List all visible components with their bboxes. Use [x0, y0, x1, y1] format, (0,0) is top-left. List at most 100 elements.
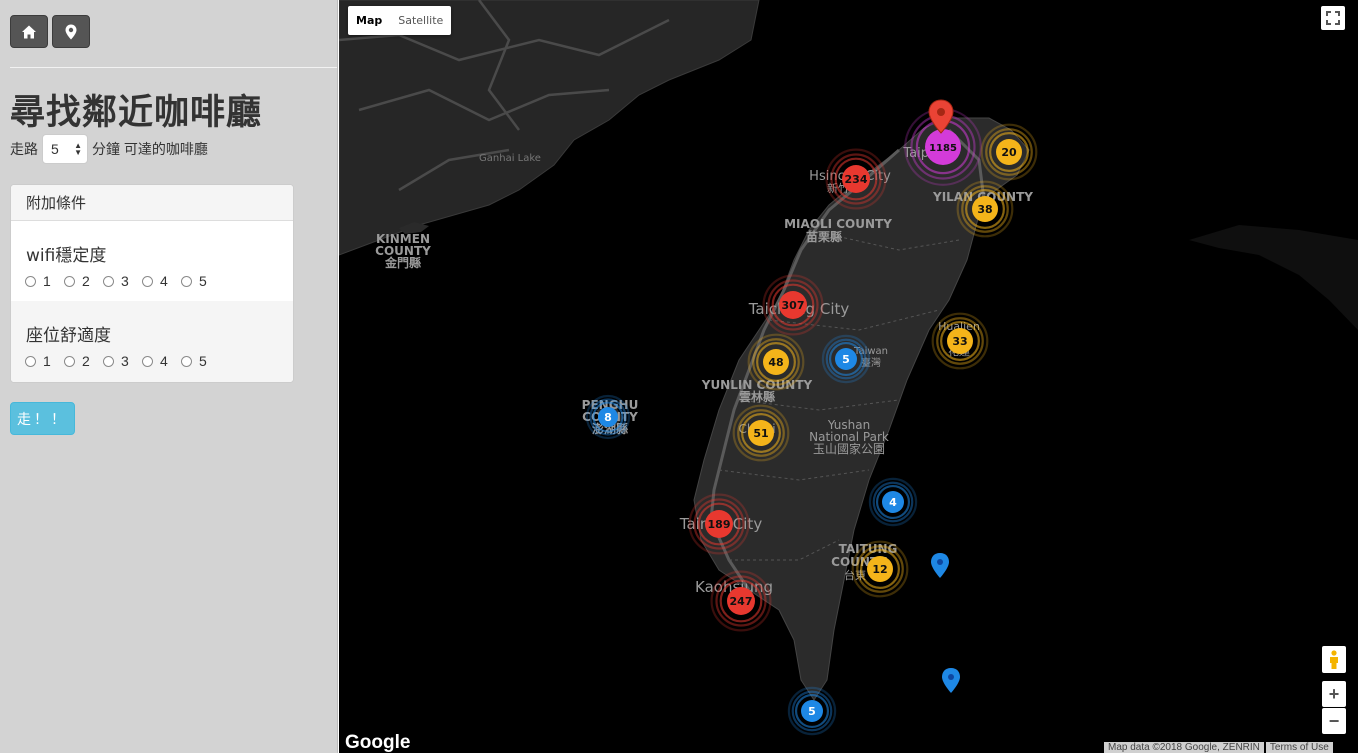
cluster-marker-blue[interactable]: 5: [787, 686, 837, 736]
cluster-count: 307: [782, 299, 805, 312]
eastern-landmass: [1189, 225, 1358, 330]
seat-radio-2[interactable]: 2: [64, 353, 103, 369]
cluster-count: 5: [842, 353, 850, 366]
page-title: 尋找鄰近咖啡廳: [10, 93, 263, 133]
walk-prefix: 走路: [10, 141, 38, 157]
seat-radio-5[interactable]: 5: [181, 353, 220, 369]
radio-circle[interactable]: [64, 275, 75, 287]
seat-radio-group: 1 2 3 4 5: [25, 353, 220, 369]
label-lake: Ganhai Lake: [479, 153, 541, 164]
cluster-marker-yellow[interactable]: 33: [931, 312, 989, 370]
blue-pin-1[interactable]: [931, 553, 949, 578]
minus-icon: −: [1328, 710, 1340, 731]
cluster-marker-yellow[interactable]: 48: [747, 333, 805, 391]
wifi-radio-3[interactable]: 3: [103, 273, 142, 289]
cluster-count: 189: [708, 518, 731, 531]
radio-label: 2: [82, 273, 90, 289]
top-buttons: [10, 15, 90, 48]
google-logo[interactable]: Google: [345, 732, 410, 753]
pin-dot: [937, 559, 943, 565]
map-type-map[interactable]: Map: [348, 6, 390, 35]
radio-label: 3: [121, 353, 129, 369]
walk-minutes-value: 5: [51, 141, 59, 157]
mainland-landmass: [339, 0, 760, 256]
zoom-in-button[interactable]: +: [1322, 681, 1346, 707]
pegman-icon: [1330, 649, 1338, 669]
cluster-marker-blue[interactable]: 8: [585, 394, 631, 440]
walk-time-row: 走路 5 ▲ ▼ 分鐘 可達的咖啡廳: [10, 134, 208, 164]
radio-circle[interactable]: [25, 275, 36, 287]
wifi-radio-1[interactable]: 1: [25, 273, 64, 289]
radio-circle[interactable]: [142, 355, 153, 367]
map-attribution: Map data ©2018 Google, ZENRIN Terms of U…: [1102, 742, 1333, 753]
cluster-marker-yellow[interactable]: 38: [956, 180, 1014, 238]
home-icon: [22, 25, 36, 38]
label-miaoli-2: 苗栗縣: [806, 229, 842, 244]
radio-label: 4: [160, 353, 168, 369]
seat-radio-3[interactable]: 3: [103, 353, 142, 369]
radio-label: 4: [160, 273, 168, 289]
map[interactable]: KINMEN COUNTY 金門縣 PENGHU COUNTY 澎湖縣 MIAO…: [339, 0, 1358, 753]
fullscreen-icon: [1326, 11, 1340, 25]
label-yushan-3: 玉山國家公園: [813, 441, 885, 456]
label-miaoli-1: MIAOLI COUNTY: [784, 217, 892, 231]
radio-label: 5: [199, 353, 207, 369]
cluster-marker-yellow[interactable]: 51: [732, 404, 790, 462]
location-button[interactable]: [52, 15, 90, 48]
radio-circle[interactable]: [142, 275, 153, 287]
street-view-button[interactable]: [1322, 646, 1346, 673]
radio-circle[interactable]: [181, 355, 192, 367]
radio-label: 1: [43, 353, 51, 369]
filter-panel: 附加條件 wifi穩定度 1 2 3 4 5 座位舒適度 1 2 3 4 5: [10, 184, 294, 383]
cluster-count: 5: [808, 705, 816, 718]
fullscreen-button[interactable]: [1321, 6, 1345, 30]
radio-label: 3: [121, 273, 129, 289]
wifi-radio-5[interactable]: 5: [181, 273, 220, 289]
radio-label: 1: [43, 273, 51, 289]
map-data-text: Map data ©2018 Google, ZENRIN: [1104, 742, 1264, 753]
label-yunlin-2: 雲林縣: [739, 389, 775, 404]
cluster-marker-blue[interactable]: 5: [821, 334, 871, 384]
cluster-count: 33: [952, 335, 967, 348]
radio-circle[interactable]: [64, 355, 75, 367]
cluster-marker-yellow[interactable]: 20: [980, 123, 1038, 181]
pin-dot: [937, 108, 945, 116]
wifi-radio-4[interactable]: 4: [142, 273, 181, 289]
map-canvas[interactable]: KINMEN COUNTY 金門縣 PENGHU COUNTY 澎湖縣 MIAO…: [339, 0, 1358, 753]
radio-label: 2: [82, 353, 90, 369]
map-type-toggle: Map Satellite: [348, 6, 452, 35]
radio-circle[interactable]: [103, 355, 114, 367]
divider: [10, 67, 337, 68]
cluster-marker-red[interactable]: 247: [710, 570, 772, 632]
wifi-radio-2[interactable]: 2: [64, 273, 103, 289]
app: 尋找鄰近咖啡廳 走路 5 ▲ ▼ 分鐘 可達的咖啡廳 附加條件 wifi穩定度 1…: [0, 0, 1358, 753]
radio-circle[interactable]: [25, 355, 36, 367]
terms-link[interactable]: Terms of Use: [1265, 742, 1333, 753]
cluster-count: 20: [1001, 146, 1017, 159]
zoom-out-button[interactable]: −: [1322, 708, 1346, 734]
seat-radio-1[interactable]: 1: [25, 353, 64, 369]
cluster-count: 12: [872, 563, 887, 576]
cluster-count: 247: [730, 595, 753, 608]
seat-filter-label: 座位舒適度: [26, 326, 111, 346]
walk-suffix: 分鐘 可達的咖啡廳: [92, 141, 208, 157]
map-type-satellite[interactable]: Satellite: [390, 6, 451, 35]
cluster-marker-blue[interactable]: 4: [868, 477, 918, 527]
wifi-radio-group: 1 2 3 4 5: [25, 273, 220, 289]
home-button[interactable]: [10, 15, 48, 48]
cluster-marker-red[interactable]: 307: [762, 274, 824, 336]
blue-pin-2[interactable]: [942, 668, 960, 693]
pin-dot: [948, 674, 954, 680]
wifi-filter-group: wifi穩定度 1 2 3 4 5: [11, 221, 293, 301]
cluster-marker-yellow[interactable]: 12: [851, 540, 909, 598]
seat-filter-group: 座位舒適度 1 2 3 4 5: [11, 301, 293, 382]
radio-circle[interactable]: [181, 275, 192, 287]
cluster-marker-red[interactable]: 189: [688, 493, 750, 555]
filter-panel-heading: 附加條件: [11, 185, 293, 221]
walk-minutes-select[interactable]: 5 ▲ ▼: [42, 134, 88, 164]
go-button[interactable]: 走！！: [10, 402, 75, 435]
seat-radio-4[interactable]: 4: [142, 353, 181, 369]
radio-circle[interactable]: [103, 275, 114, 287]
cluster-count: 8: [604, 411, 612, 424]
cluster-marker-red[interactable]: 234: [825, 148, 887, 210]
